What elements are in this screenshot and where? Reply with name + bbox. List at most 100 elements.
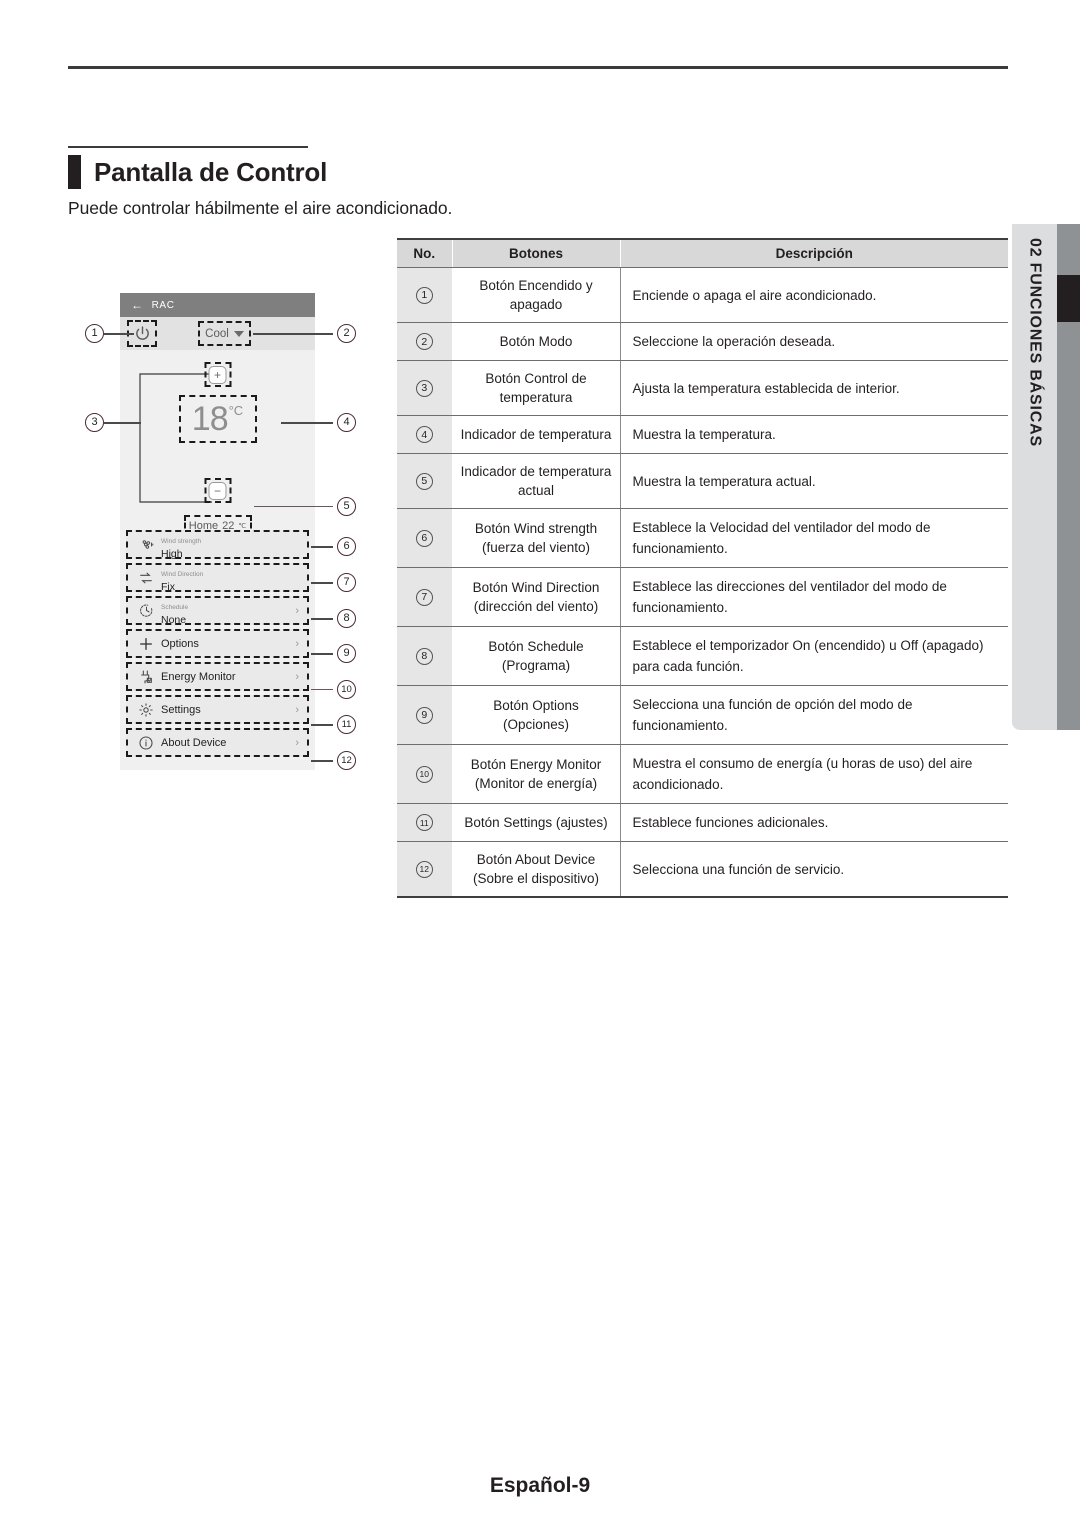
- info-icon: [135, 735, 157, 751]
- list-item-value: Settings: [161, 703, 201, 716]
- table-header-row: No. Botones Descripción: [397, 238, 1008, 268]
- callout-3: 3: [85, 413, 104, 432]
- fan-icon: [135, 537, 157, 552]
- cell-no: 2: [397, 322, 453, 361]
- list-item-energy-monitor[interactable]: Energy Monitor ›: [126, 662, 309, 691]
- temperature-increase-button[interactable]: +: [204, 362, 231, 387]
- cell-description: Establece la Velocidad del ventilador de…: [620, 508, 1008, 568]
- chevron-right-icon: ›: [295, 703, 299, 716]
- cell-button-name: Botón Wind strength (fuerza del viento): [452, 508, 621, 568]
- table-row: 5 Indicador de temperatura actual Muestra …: [397, 453, 1008, 509]
- list-item-value: Energy Monitor: [161, 670, 236, 683]
- set-temperature-unit: °C: [228, 403, 244, 418]
- clock-icon: [135, 603, 157, 618]
- cell-description: Selecciona una función de opción del mod…: [620, 685, 1008, 745]
- column-header-description: Descripción: [619, 238, 1008, 268]
- cell-description: Establece el temporizador On (encendido)…: [620, 626, 1008, 686]
- cell-description: Muestra la temperatura actual.: [620, 453, 1008, 509]
- table-row: 7 Botón Wind Direction (dirección del vie…: [397, 567, 1008, 627]
- cell-no: 10: [397, 744, 453, 804]
- cell-description: Muestra el consumo de energía (u horas d…: [620, 744, 1008, 804]
- list-item-schedule[interactable]: Schedule None ›: [126, 596, 309, 626]
- page-title: Pantalla de Control: [94, 157, 328, 187]
- table-row: 1 Botón Encendido y apagado Enciende o apa…: [397, 267, 1008, 323]
- list-item-about-device[interactable]: About Device ›: [126, 728, 309, 757]
- current-temperature-unit: ℃: [238, 522, 247, 530]
- callout-badge: 10: [415, 765, 433, 783]
- table-row: 9 Botón Options (Opciones) Selecciona una …: [397, 685, 1008, 745]
- gear-icon: [135, 702, 157, 718]
- cell-button-name: Botón Control de temperatura: [452, 360, 621, 416]
- cell-no: 5: [397, 453, 453, 509]
- list-item-options[interactable]: Options ›: [126, 629, 309, 658]
- callout-badge: 1: [415, 286, 433, 304]
- leader-line-6: [311, 546, 333, 548]
- list-item-value: Fix: [161, 580, 175, 593]
- table-row: 11 Botón Settings (ajustes) Establece func…: [397, 803, 1008, 842]
- column-header-no: No.: [397, 238, 453, 268]
- callout-badge: 6: [415, 529, 433, 547]
- plug-icon: [135, 669, 157, 685]
- page-subtitle: Puede controlar hábilmente el aire acond…: [68, 198, 453, 218]
- table-row: 12 Botón About Device (Sobre el dispositi…: [397, 841, 1008, 898]
- page-heading-block: Pantalla de Control: [68, 146, 488, 189]
- mode-button[interactable]: Cool: [198, 321, 251, 346]
- leader-line-4: [281, 422, 333, 424]
- cell-button-name: Botón Modo: [452, 322, 621, 361]
- minus-icon: −: [208, 481, 227, 500]
- leader-line-8: [311, 618, 333, 620]
- callout-badge: 5: [415, 472, 433, 490]
- cell-no: 8: [397, 626, 453, 686]
- arrows-icon: [135, 571, 157, 585]
- chevron-right-icon: ›: [295, 736, 299, 749]
- mockup-appbar: ← RAC: [120, 293, 315, 317]
- callout-10: 10: [337, 680, 356, 699]
- list-item-settings[interactable]: Settings ›: [126, 695, 309, 724]
- heading-accent-bar: [68, 155, 81, 189]
- cell-button-name: Botón Settings (ajustes): [452, 803, 621, 842]
- callout-8: 8: [337, 609, 356, 628]
- list-item-label: Schedule: [161, 603, 189, 611]
- appbar-title: RAC: [151, 299, 175, 311]
- list-item-wind-direction[interactable]: Wind Direction Fix: [126, 563, 309, 593]
- leader-line-2: [253, 333, 333, 335]
- callout-badge: 4: [415, 426, 433, 444]
- chevron-right-icon: ›: [295, 670, 299, 683]
- callout-11: 11: [337, 715, 356, 734]
- cell-no: 6: [397, 508, 453, 568]
- table-body: 1 Botón Encendido y apagado Enciende o apa…: [397, 267, 1008, 898]
- chevron-right-icon: ›: [295, 604, 299, 617]
- leader-line-9: [311, 653, 333, 655]
- leader-line-7: [311, 582, 333, 584]
- cell-description: Establece funciones adicionales.: [620, 803, 1008, 842]
- cell-button-name: Botón Options (Opciones): [452, 685, 621, 745]
- table-row: 10 Botón Energy Monitor (Monitor de energ…: [397, 744, 1008, 804]
- callout-badge: 12: [415, 860, 433, 878]
- temperature-decrease-button[interactable]: −: [204, 478, 231, 503]
- mockup-temperature-area: + 18 °C − Home 22 ℃: [120, 350, 315, 536]
- cell-button-name: Botón About Device (Sobre el dispositivo…: [452, 841, 621, 898]
- set-temperature-value: 18: [191, 400, 229, 438]
- list-item-label: Wind strength: [161, 537, 202, 545]
- chevron-down-icon: [233, 330, 244, 337]
- cell-no: 12: [397, 841, 453, 898]
- buttons-description-table: No. Botones Descripción 1 Botón Encendido…: [397, 238, 1008, 898]
- list-item-value: High: [161, 547, 183, 560]
- leader-line-1: [104, 333, 134, 335]
- back-arrow-icon[interactable]: ←: [131, 299, 144, 311]
- cell-description: Establece las direcciones del ventilador…: [620, 567, 1008, 627]
- cell-description: Ajusta la temperatura establecida de int…: [620, 360, 1008, 416]
- callout-2: 2: [337, 324, 356, 343]
- list-item-wind-strength[interactable]: Wind strength High: [126, 530, 309, 560]
- cell-description: Muestra la temperatura.: [620, 415, 1008, 454]
- leader-line-3: [104, 422, 141, 424]
- cell-no: 11: [397, 803, 453, 842]
- page-top-rule: [68, 66, 1008, 69]
- list-item-value: Options: [161, 637, 199, 650]
- cell-no: 7: [397, 567, 453, 627]
- chevron-right-icon: ›: [295, 637, 299, 650]
- page-footer: Español-9: [489, 1474, 591, 1497]
- cell-description: Selecciona una función de servicio.: [620, 841, 1008, 898]
- cell-description: Enciende o apaga el aire acondicionado.: [620, 267, 1008, 323]
- heading-underline: [68, 146, 308, 148]
